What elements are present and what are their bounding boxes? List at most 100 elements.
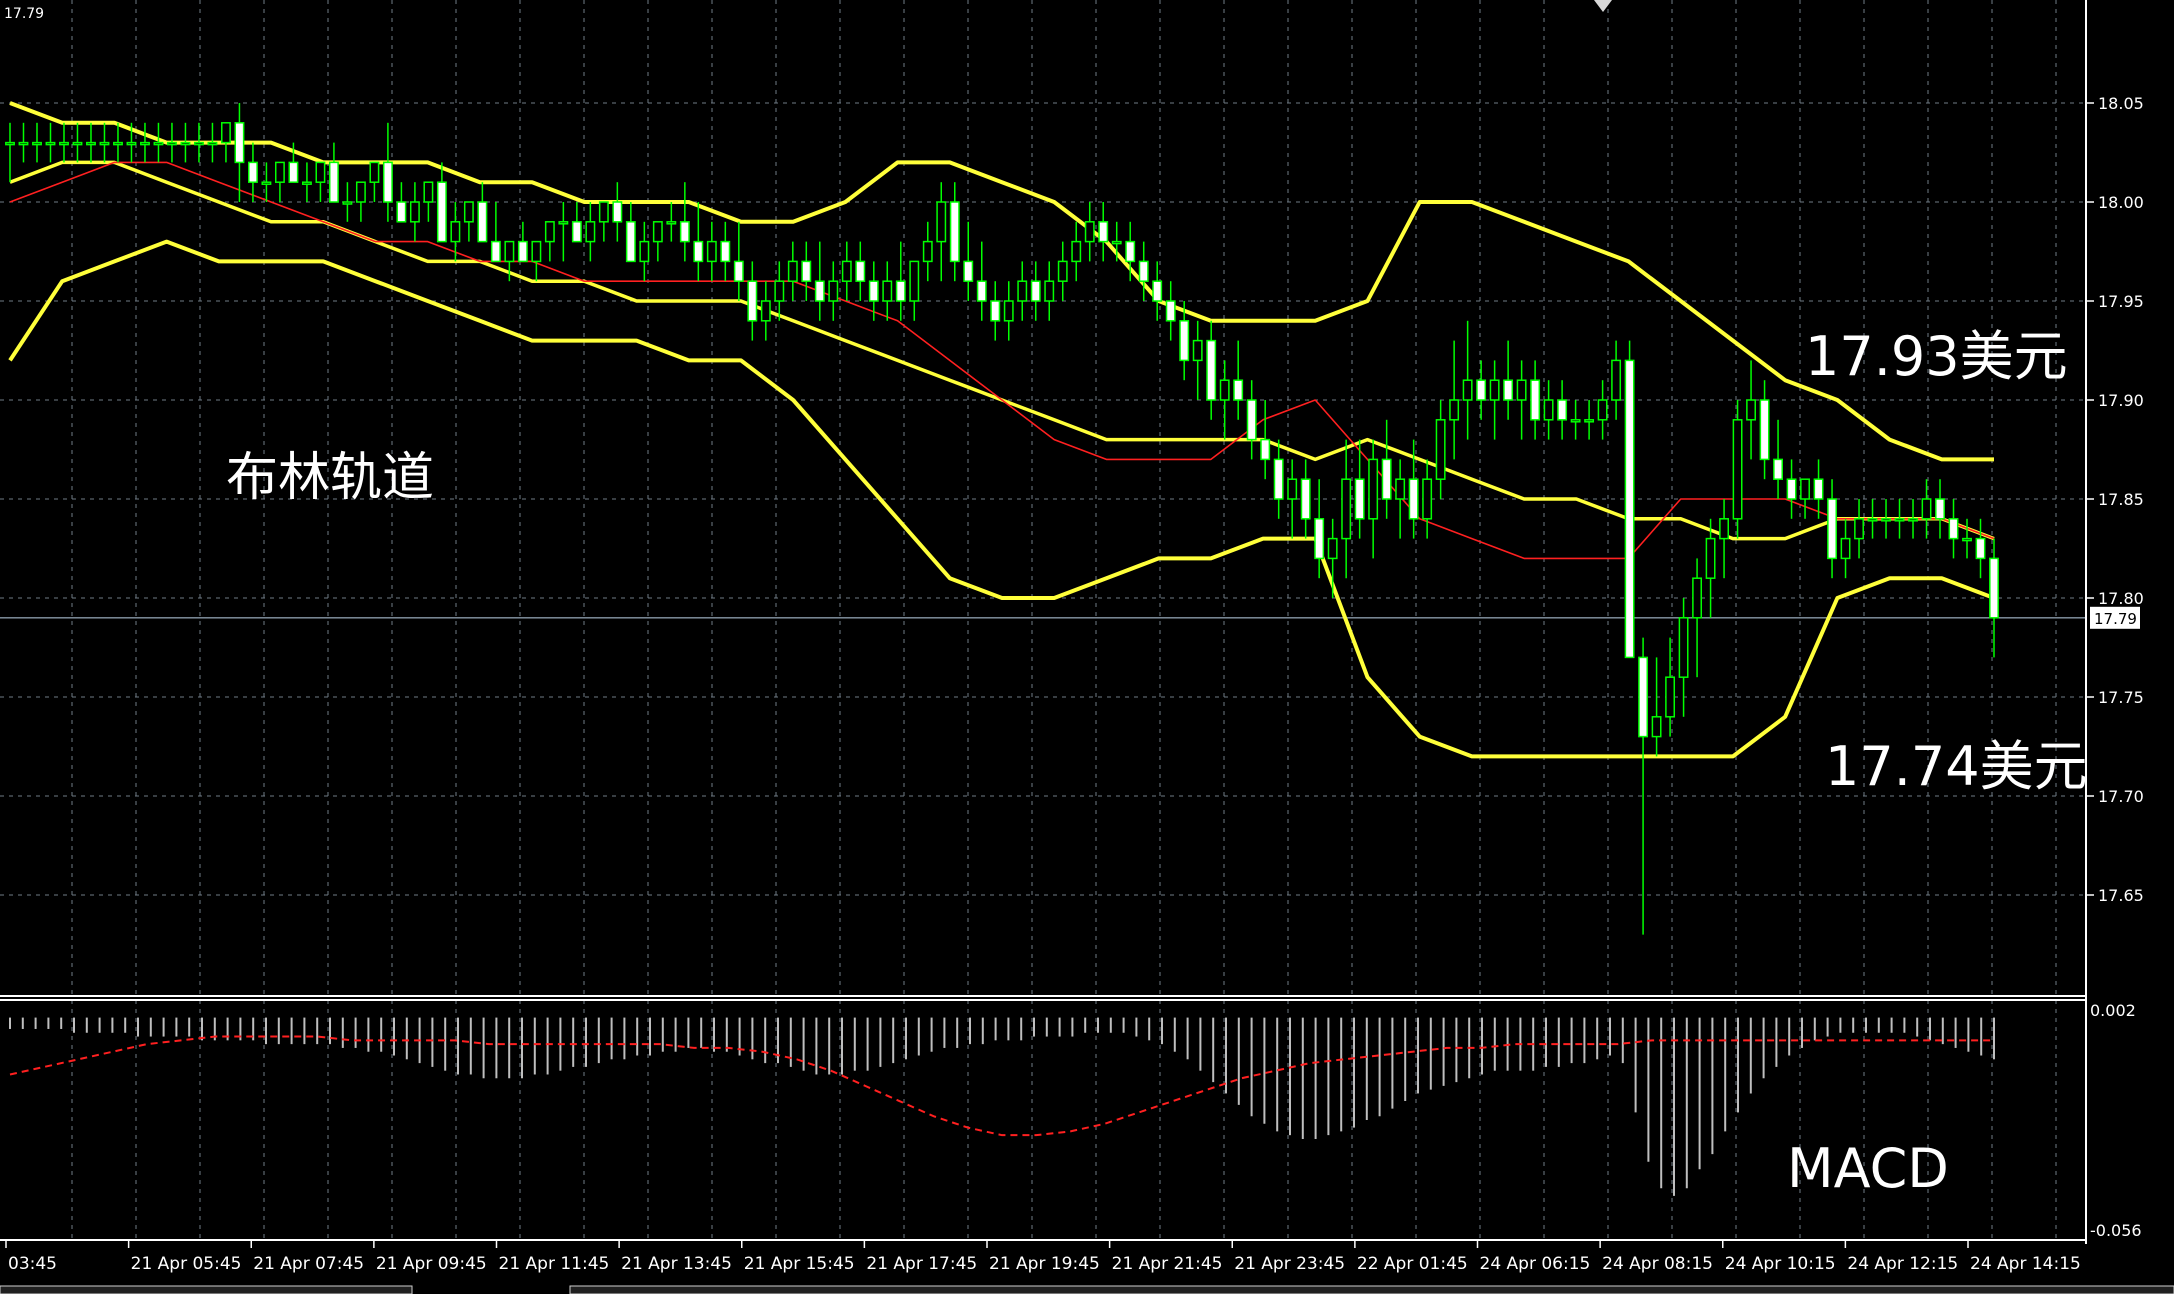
candle-body [32,141,42,146]
candle-body [1138,260,1149,282]
candle-body [1327,537,1338,560]
candle-body [1071,240,1082,263]
candle-body [1962,537,1972,542]
candle-body [814,280,825,302]
instrument-price-label: 17.79 [4,6,45,22]
candle-body [1422,478,1433,520]
price-tick-label: 17.75 [2098,688,2144,707]
grid [0,0,2086,1240]
time-tick-label: 21 Apr 09:45 [376,1254,487,1274]
candles [5,103,1999,935]
bollinger-upper-line [9,101,1994,462]
candle-body [1192,339,1203,362]
candle-body [841,260,852,282]
candle-body [1233,379,1244,401]
candle-body [922,240,933,263]
current-price-label: 17.79 [2094,610,2137,628]
macd-tick-label: -0.056 [2090,1221,2142,1240]
candle-body [1732,419,1743,520]
candle-body [1044,280,1055,302]
candle-body [801,260,812,282]
candle-body [99,141,110,146]
candle-body [342,201,353,205]
time-tick-label: 21 Apr 11:45 [499,1254,610,1274]
candle-body [288,161,299,183]
candle-body [382,161,393,203]
candle-body [1543,399,1554,421]
candle-body [1179,320,1190,362]
candle-body [1854,518,1864,540]
candle-body [1314,518,1325,560]
candle-body [207,141,218,146]
candle-body [679,221,690,243]
candle-body [1813,478,1824,500]
candle-body [477,201,488,243]
time-tick-label: 03:45 [8,1254,57,1274]
candle-body [1948,518,1959,540]
candle-body [855,260,866,282]
candle-body [1246,399,1257,441]
chart-shift-marker [1594,0,1612,12]
candle-body [355,181,366,203]
price-tick-label: 17.85 [2098,490,2144,509]
candle-body [1152,280,1163,302]
candle-body [261,181,272,185]
candle-body [504,240,515,263]
candle-body [1354,478,1365,520]
candle-body [1570,419,1581,423]
candle-body [976,280,987,302]
macd-signal-line [9,1035,1994,1137]
candle-body [531,240,542,263]
candle-body [234,122,245,164]
candle-body [450,221,461,243]
price-tick-label: 17.65 [2098,886,2144,905]
candle-body [1030,280,1041,302]
tab-strip-right [569,1285,2174,1294]
macd-title: MACD [1787,1137,1949,1200]
time-tick-label: 21 Apr 15:45 [744,1254,855,1274]
candle-body [113,141,123,146]
candle-body [86,141,96,146]
candle-body [1746,399,1756,421]
candle-body [1003,300,1014,322]
price-tick-label: 17.95 [2098,292,2144,311]
candle-body [248,161,258,183]
price-tick-label: 17.80 [2098,589,2144,608]
candle-body [328,161,339,203]
candle-body [1273,458,1284,500]
candle-body [720,240,731,263]
candle-body [828,280,839,302]
candle-body [1557,399,1568,421]
bollinger-title: 布林轨道 [226,448,435,508]
candle-body [1597,399,1608,421]
candle-body [1503,379,1514,401]
candle-body [990,300,1001,322]
candle-body [1098,221,1109,243]
candle-body [396,201,407,223]
candle-body [1773,458,1783,480]
time-tick-label: 21 Apr 19:45 [989,1254,1100,1274]
time-tick-label: 21 Apr 21:45 [1112,1254,1223,1274]
price-tick-label: 17.70 [2098,787,2144,806]
candle-body [963,260,974,282]
time-tick-label: 21 Apr 07:45 [253,1254,364,1274]
candle-body [747,280,758,322]
candle-body [936,201,947,243]
candle-body [1489,379,1500,401]
candle-body [1692,577,1703,619]
candle-body [1935,498,1945,520]
candle-body [1719,518,1730,540]
candle-body [1341,478,1352,540]
candle-body [1516,379,1527,401]
time-tick-label: 22 Apr 01:45 [1357,1254,1468,1274]
price-tick-label: 18.00 [2098,193,2144,212]
time-tick-label: 21 Apr 17:45 [866,1254,977,1274]
candle-body [1665,676,1676,718]
candle-body [598,201,609,223]
macd-panel [9,1017,1995,1196]
frame [0,0,2174,1294]
candle-body [652,221,663,243]
candle-body [733,260,744,282]
candle-body [787,260,798,282]
candle-body [544,221,555,243]
